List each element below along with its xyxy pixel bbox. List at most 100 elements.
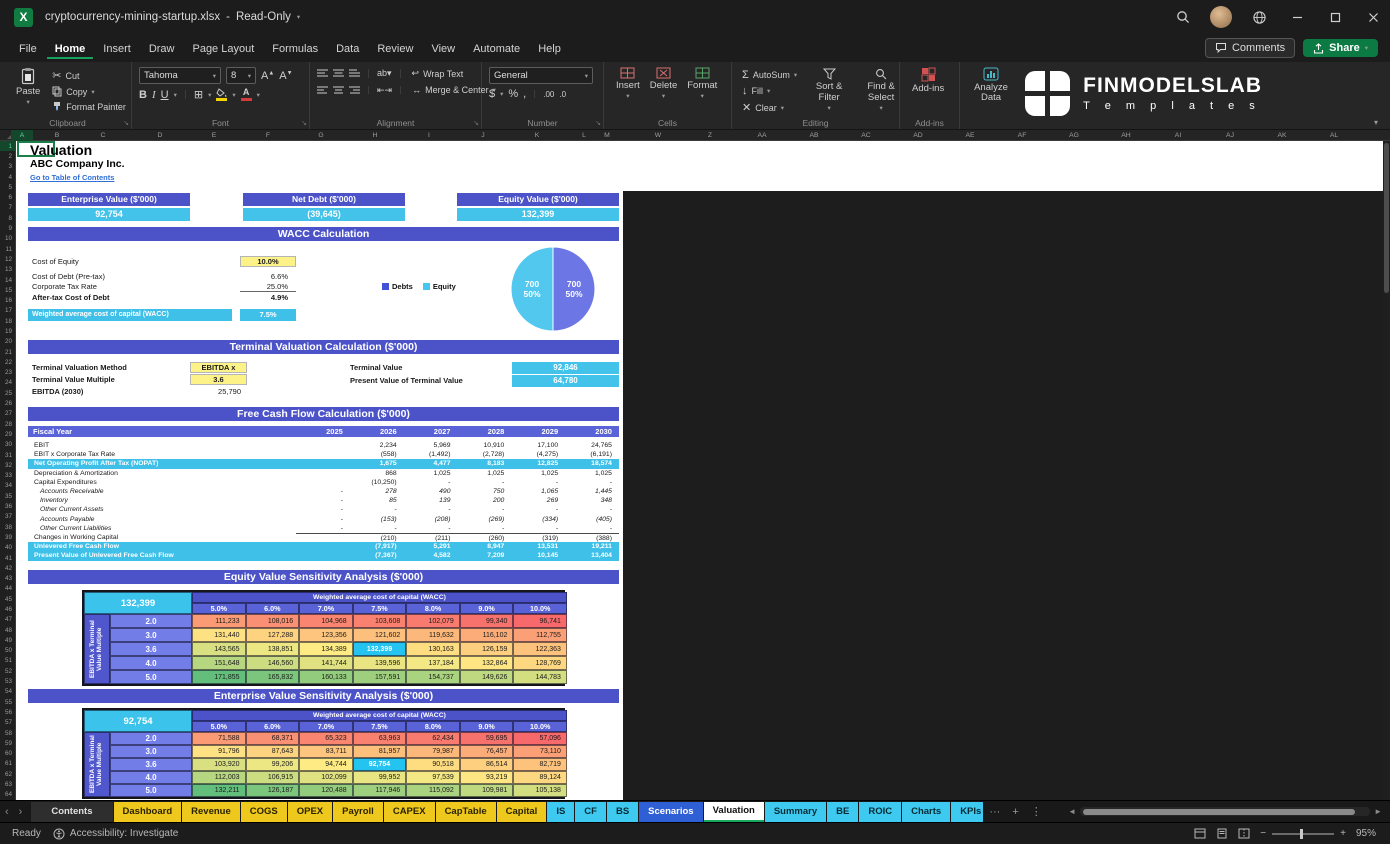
sheet-tab-kpis[interactable]: KPIs xyxy=(951,802,983,822)
shrink-font-button[interactable]: A▼ xyxy=(279,70,292,82)
equity-sens-multiple-2.0[interactable]: 2.0 xyxy=(110,614,192,628)
fcf-cell[interactable]: (6,191) xyxy=(565,450,619,459)
wacc-value-cell[interactable]: 7.5% xyxy=(240,309,296,321)
column-header-ae[interactable]: AE xyxy=(959,130,981,141)
column-header-ah[interactable]: AH xyxy=(1115,130,1137,141)
page-layout-view-icon[interactable] xyxy=(1216,828,1228,839)
ev-sens-cell[interactable]: 68,371 xyxy=(246,732,300,745)
column-header-i[interactable]: I xyxy=(418,130,440,141)
fcf-cell[interactable]: - xyxy=(350,524,404,533)
fcf-cell[interactable]: 750 xyxy=(457,487,511,496)
cost-of-equity-cell[interactable]: 10.0% xyxy=(240,256,296,267)
toc-link[interactable]: Go to Table of Contents xyxy=(30,173,114,182)
sheet-tab-is[interactable]: IS xyxy=(547,802,574,822)
fcf-cell[interactable] xyxy=(296,542,350,551)
column-header-ak[interactable]: AK xyxy=(1271,130,1293,141)
fcf-cell[interactable] xyxy=(296,459,350,468)
fill-button[interactable]: ↓Fill▾ xyxy=(739,84,800,98)
equity-sens-cell[interactable]: 138,851 xyxy=(246,642,300,656)
fcf-cell[interactable]: - xyxy=(296,515,350,524)
ev-sens-cell[interactable]: 93,219 xyxy=(460,771,514,784)
equity-sens-cell[interactable]: 154,737 xyxy=(406,670,460,684)
add-sheet-button[interactable]: + xyxy=(1006,806,1024,818)
equity-sens-cell[interactable]: 144,783 xyxy=(513,670,567,684)
row-header-26[interactable]: 26 xyxy=(0,398,15,408)
horizontal-scrollbar[interactable]: ◄ ► xyxy=(1064,807,1386,816)
minimize-button[interactable] xyxy=(1280,0,1314,34)
equity-sens-cell[interactable]: 141,744 xyxy=(299,656,353,670)
ev-sens-cell[interactable]: 81,957 xyxy=(353,745,407,758)
cut-button[interactable]: ✂Cut xyxy=(49,68,129,83)
align-middle-icon[interactable] xyxy=(333,69,344,78)
fcf-cell[interactable]: 13,531 xyxy=(511,542,565,551)
equity-sens-cell[interactable]: 112,755 xyxy=(513,628,567,642)
indent-icons[interactable]: ⇤⇥ xyxy=(377,85,392,96)
addins-button[interactable]: Add-ins xyxy=(907,66,949,95)
globe-icon[interactable] xyxy=(1242,0,1276,34)
currency-format-button[interactable]: $ xyxy=(489,88,495,100)
equity-sens-multiple-3.6[interactable]: 3.6 xyxy=(110,642,192,656)
row-header-7[interactable]: 7 xyxy=(0,203,15,213)
ev-sens-cell[interactable]: 63,963 xyxy=(353,732,407,745)
fcf-cell[interactable]: 19,211 xyxy=(565,542,619,551)
format-painter-button[interactable]: Format Painter xyxy=(49,100,129,113)
equity-sens-cell[interactable]: 130,163 xyxy=(406,642,460,656)
ev-sens-cell[interactable]: 89,124 xyxy=(513,771,567,784)
equity-sens-cell[interactable]: 99,340 xyxy=(460,614,514,628)
column-header-w[interactable]: W xyxy=(647,130,669,141)
row-header-29[interactable]: 29 xyxy=(0,429,15,439)
ev-sens-cell[interactable]: 97,539 xyxy=(406,771,460,784)
row-header-62[interactable]: 62 xyxy=(0,769,15,779)
vertical-scrollbar[interactable] xyxy=(1383,141,1390,800)
equity-sens-cell[interactable]: 143,565 xyxy=(192,642,246,656)
collapse-ribbon-button[interactable]: ▾ xyxy=(1374,118,1378,127)
ev-sens-cell[interactable]: 94,744 xyxy=(299,758,353,771)
fcf-cell[interactable]: 269 xyxy=(511,496,565,505)
insert-cells-button[interactable]: Insert▾ xyxy=(611,66,645,102)
ev-sens-wacc-col-6.0%[interactable]: 6.0% xyxy=(246,721,300,732)
ev-sens-cell[interactable]: 102,099 xyxy=(299,771,353,784)
tab-scroll-right[interactable]: › xyxy=(14,806,28,818)
ev-sens-cell[interactable]: 117,946 xyxy=(353,784,407,797)
equity-sens-cell[interactable]: 123,356 xyxy=(299,628,353,642)
row-header-53[interactable]: 53 xyxy=(0,676,15,686)
menu-item-formulas[interactable]: Formulas xyxy=(264,38,326,59)
terminal-value-cell[interactable]: 92,846 xyxy=(512,362,619,374)
fcf-cell[interactable]: 2,234 xyxy=(350,441,404,450)
fcf-cell[interactable]: - xyxy=(296,524,350,533)
terminal-method-cell[interactable]: EBITDA x xyxy=(190,362,247,373)
fcf-cell[interactable]: 5,969 xyxy=(404,441,458,450)
column-headers[interactable]: ABCDEFGHIJKLMWZAAABACADAEAFAGAHAIAJAKAL xyxy=(0,130,1390,141)
fcf-cell[interactable]: (269) xyxy=(457,515,511,524)
row-header-19[interactable]: 19 xyxy=(0,326,15,336)
paste-button[interactable]: Paste▾ xyxy=(11,66,45,108)
row-header-58[interactable]: 58 xyxy=(0,728,15,738)
column-header-aa[interactable]: AA xyxy=(751,130,773,141)
column-header-z[interactable]: Z xyxy=(699,130,721,141)
row-header-5[interactable]: 5 xyxy=(0,182,15,192)
fcf-cell[interactable]: 10,145 xyxy=(511,551,565,560)
number-dialog-launcher[interactable]: ↘ xyxy=(595,119,601,127)
fcf-cell[interactable]: 1,065 xyxy=(511,487,565,496)
fcf-cell[interactable]: 85 xyxy=(350,496,404,505)
equity-sens-wacc-col-6.0%[interactable]: 6.0% xyxy=(246,603,300,614)
fcf-cell[interactable]: 1,445 xyxy=(565,487,619,496)
row-header-35[interactable]: 35 xyxy=(0,491,15,501)
fcf-cell[interactable]: 4,477 xyxy=(404,459,458,468)
sheet-tab-valuation[interactable]: Valuation xyxy=(704,802,764,822)
fcf-cell[interactable] xyxy=(296,441,350,450)
row-header-42[interactable]: 42 xyxy=(0,563,15,573)
fcf-cell[interactable]: 348 xyxy=(565,496,619,505)
cost-of-debt-cell[interactable]: 6.6% xyxy=(240,272,296,281)
equity-sens-cell[interactable]: 116,102 xyxy=(460,628,514,642)
comments-button[interactable]: Comments xyxy=(1205,38,1295,58)
ev-sens-cell[interactable]: 71,588 xyxy=(192,732,246,745)
fcf-cell[interactable] xyxy=(296,478,350,487)
fcf-cell[interactable]: - xyxy=(565,505,619,514)
fcf-cell[interactable]: - xyxy=(404,478,458,487)
fcf-cell[interactable]: 8,183 xyxy=(457,459,511,468)
ev-sens-cell[interactable]: 92,754 xyxy=(353,758,407,771)
column-header-e[interactable]: E xyxy=(203,130,225,141)
fcf-cell[interactable]: 7,209 xyxy=(457,551,511,560)
sheet-tab-roic[interactable]: ROIC xyxy=(859,802,901,822)
